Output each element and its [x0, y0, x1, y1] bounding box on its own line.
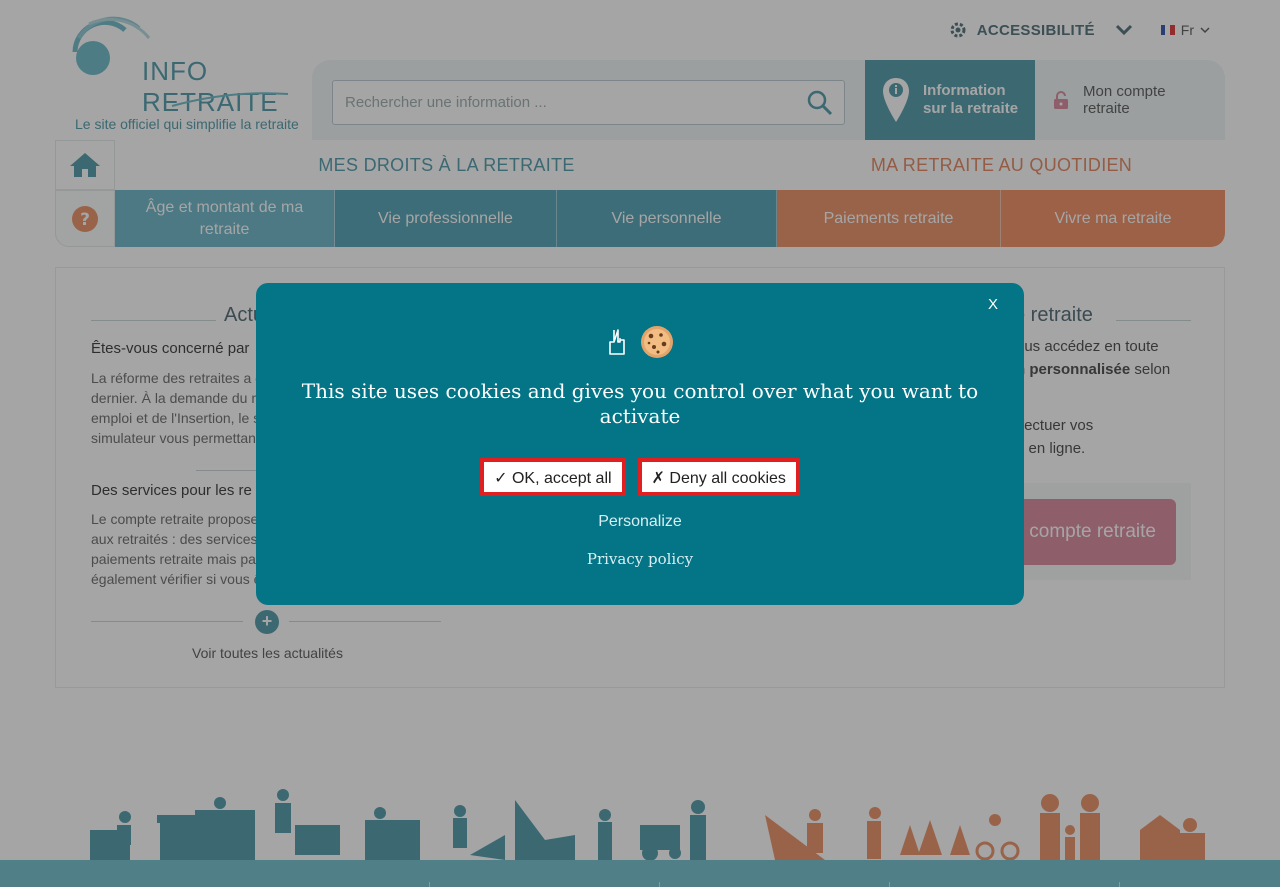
cookie-consent-dialog: X This site uses cookies and gives you c…: [256, 283, 1024, 605]
personalize-button[interactable]: Personalize: [256, 513, 1024, 531]
accept-all-button[interactable]: ✓ OK, accept all: [480, 458, 626, 496]
privacy-policy-link[interactable]: Privacy policy: [256, 550, 1024, 568]
hand-pointer-icon: [609, 329, 625, 355]
cookie-message: This site uses cookies and gives you con…: [301, 379, 979, 428]
cookie-buttons: ✓ OK, accept all ✗ Deny all cookies: [256, 458, 1024, 496]
cookie-icon: [641, 326, 673, 358]
cookie-icons: [256, 325, 1024, 359]
deny-all-button[interactable]: ✗ Deny all cookies: [637, 458, 800, 496]
close-button[interactable]: X: [988, 296, 998, 313]
